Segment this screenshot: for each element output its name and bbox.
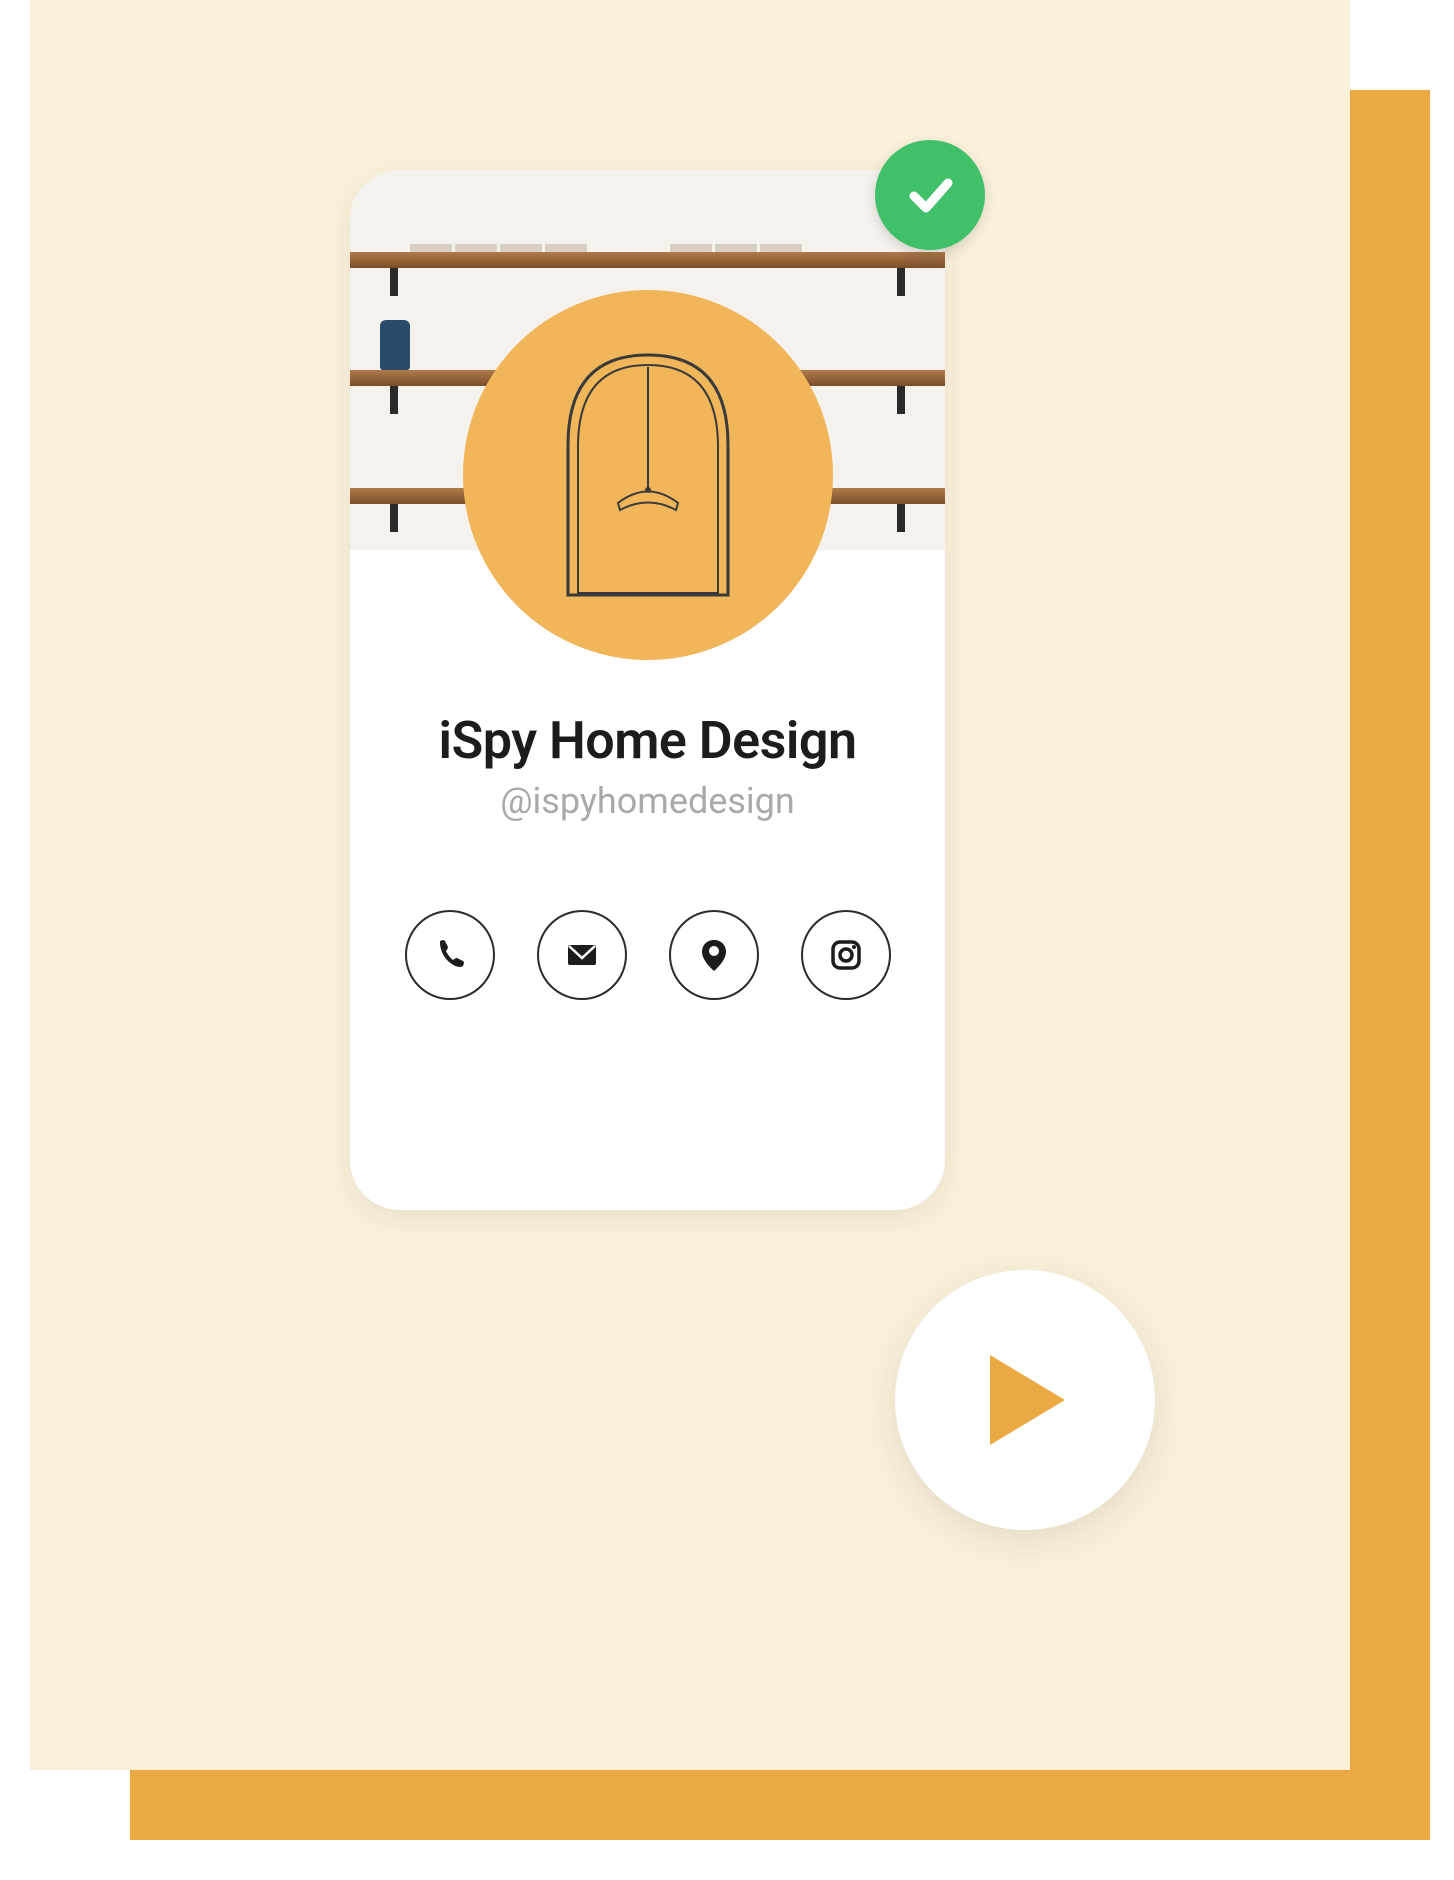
- profile-avatar: [463, 290, 833, 660]
- shelf-illustration: [350, 252, 945, 268]
- books-stack-icon: [410, 212, 587, 252]
- instagram-button[interactable]: [801, 910, 891, 1000]
- email-button[interactable]: [537, 910, 627, 1000]
- checkmark-icon: [900, 165, 960, 225]
- location-button[interactable]: [669, 910, 759, 1000]
- action-button-row: [350, 910, 945, 1000]
- play-icon: [980, 1350, 1070, 1450]
- profile-card: iSpy Home Design @ispyhomedesign: [350, 170, 945, 1210]
- instagram-icon: [825, 934, 867, 976]
- lamp-window-icon: [548, 335, 748, 615]
- location-pin-icon: [694, 935, 734, 975]
- mail-icon: [561, 934, 603, 976]
- profile-name: iSpy Home Design: [350, 710, 945, 771]
- verified-badge: [875, 140, 985, 250]
- play-button[interactable]: [895, 1270, 1155, 1530]
- phone-icon: [430, 935, 470, 975]
- phone-button[interactable]: [405, 910, 495, 1000]
- vase-icon: [380, 320, 410, 370]
- profile-handle: @ispyhomedesign: [350, 780, 945, 822]
- books-stack-icon: [670, 212, 802, 252]
